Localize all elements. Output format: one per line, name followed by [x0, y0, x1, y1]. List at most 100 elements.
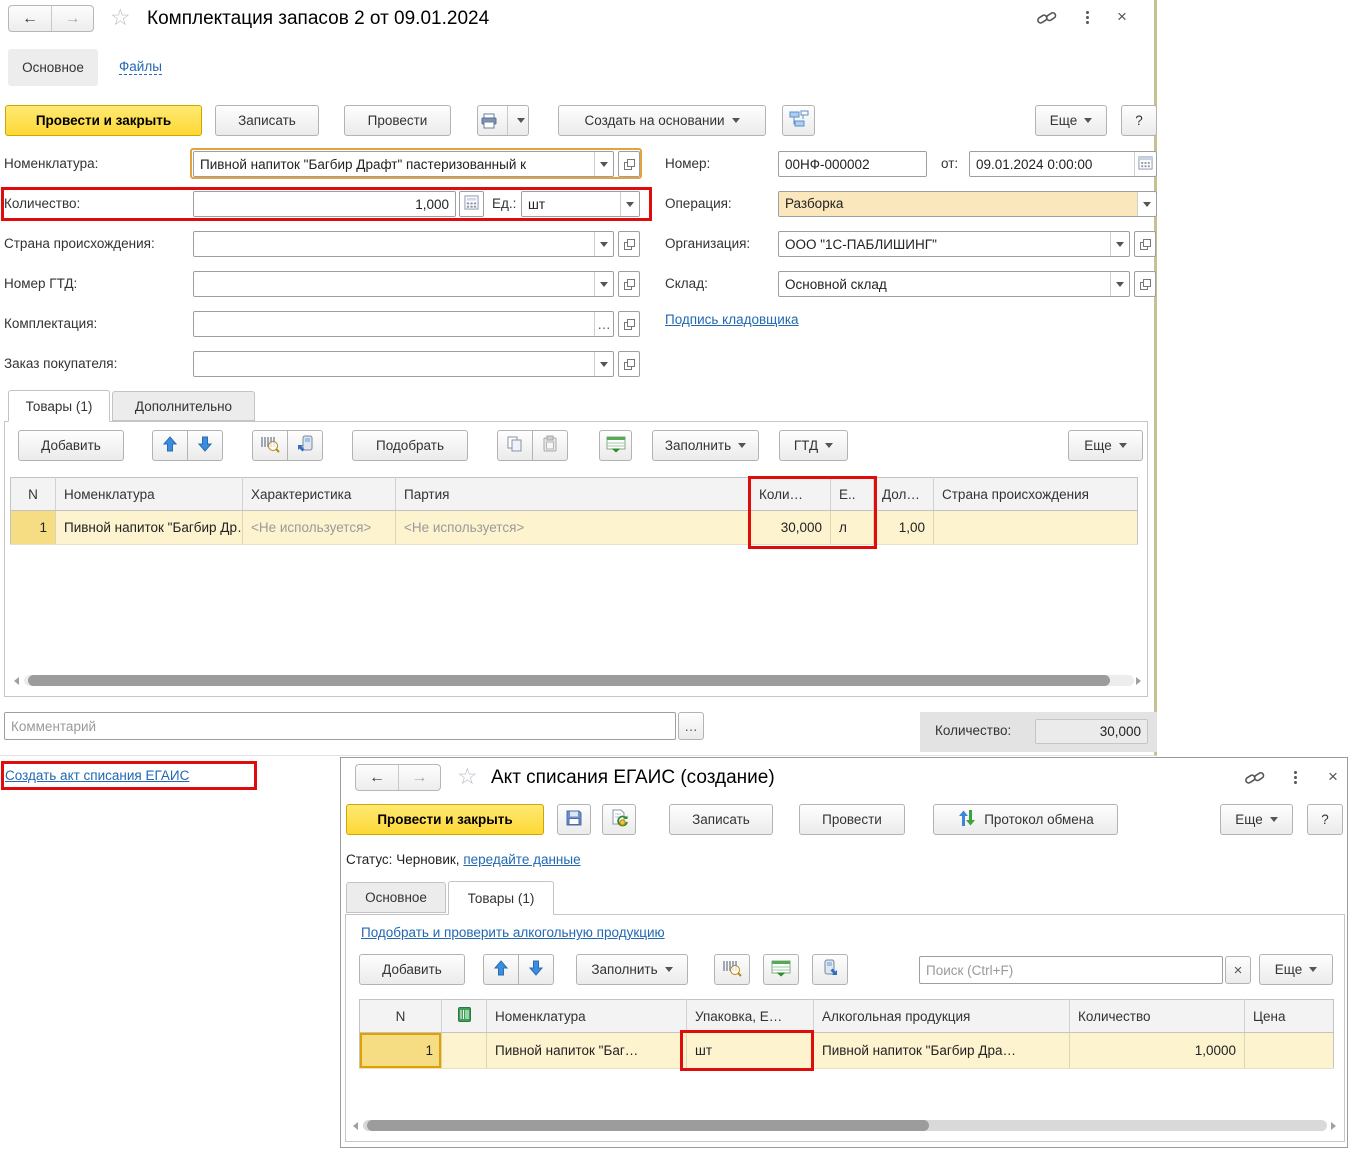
unit-field[interactable]: шт — [521, 191, 640, 217]
unit-dropdown-arrow[interactable] — [620, 192, 639, 216]
create-egais-act-link[interactable]: Создать акт списания ЕГАИС — [5, 768, 189, 783]
get-link-icon[interactable] — [1036, 10, 1058, 29]
data-terminal-button[interactable] — [812, 954, 848, 985]
kit-open-button[interactable] — [618, 311, 640, 337]
help-button[interactable]: ? — [1307, 804, 1343, 835]
cell-nomenclature[interactable]: Пивной напиток "Багбир Др… — [55, 510, 243, 545]
cell-country[interactable] — [933, 510, 1138, 545]
col-batch[interactable]: Партия — [395, 477, 751, 511]
cell-characteristic[interactable]: <Не используется> — [242, 510, 396, 545]
tab-goods[interactable]: Товары (1) — [448, 881, 554, 915]
nav-files-link[interactable]: Файлы — [119, 59, 162, 75]
print-split-button[interactable] — [477, 105, 529, 136]
save-button[interactable] — [557, 804, 591, 835]
post-and-close-button[interactable]: Провести и закрыть — [346, 804, 544, 835]
more-button[interactable]: Еще — [1035, 105, 1107, 136]
col-n[interactable]: N — [359, 999, 442, 1033]
col-quantity[interactable]: Количество — [1069, 999, 1245, 1033]
warehouse-field[interactable]: Основной склад — [778, 271, 1130, 297]
favorite-star-icon[interactable]: ☆ — [110, 6, 131, 29]
fill-menu-button[interactable]: Заполнить — [576, 954, 688, 985]
scroll-left-icon[interactable] — [14, 677, 19, 685]
get-link-icon[interactable] — [1244, 770, 1266, 789]
goods-row-1[interactable]: 1 Пивной напиток "Багбир Др… <Не использ… — [10, 510, 1138, 545]
post-and-close-button[interactable]: Провести и закрыть — [5, 105, 202, 136]
col-packaging[interactable]: Упаковка, Е… — [686, 999, 814, 1033]
organization-dropdown-arrow[interactable] — [1110, 232, 1129, 256]
col-unit[interactable]: Е.. — [830, 477, 874, 511]
col-alcohol-product[interactable]: Алкогольная продукция — [813, 999, 1070, 1033]
nomenclature-open-button[interactable] — [618, 151, 640, 177]
pick-check-alcohol-link[interactable]: Подобрать и проверить алкогольную продук… — [361, 925, 665, 940]
pick-button[interactable]: Подобрать — [352, 430, 468, 461]
scroll-left-icon[interactable] — [353, 1122, 358, 1130]
fill-table-button[interactable] — [599, 430, 632, 461]
col-n[interactable]: N — [10, 477, 56, 511]
add-row-button[interactable]: Добавить — [18, 430, 124, 461]
date-field[interactable]: 09.01.2024 0:00:00 — [969, 151, 1157, 177]
write-button[interactable]: Записать — [215, 105, 319, 136]
search-input[interactable] — [919, 956, 1223, 984]
operation-dropdown-arrow[interactable] — [1137, 192, 1156, 216]
calculator-button[interactable] — [459, 191, 484, 217]
goods-hscrollbar[interactable] — [14, 674, 1142, 687]
tab-goods[interactable]: Товары (1) — [8, 390, 110, 422]
move-up-button[interactable] — [483, 954, 519, 985]
col-price[interactable]: Цена — [1244, 999, 1334, 1033]
move-up-button[interactable] — [152, 430, 188, 461]
col-quantity[interactable]: Коли… — [750, 477, 831, 511]
egais-row-1[interactable]: 1 Пивной напиток "Баг… шт Пивной напиток… — [359, 1032, 1334, 1069]
warehouse-open-button[interactable] — [1134, 271, 1156, 297]
gtd-dropdown-arrow[interactable] — [594, 272, 613, 296]
gtd-field[interactable] — [193, 271, 614, 297]
cell-excise-mark[interactable] — [441, 1032, 487, 1069]
subordination-structure-button[interactable] — [782, 105, 815, 136]
quantity-field[interactable]: 1,000 — [193, 191, 456, 217]
table-more-button[interactable]: Еще — [1068, 430, 1143, 461]
number-field[interactable]: 00НФ-000002 — [778, 151, 927, 177]
cell-alcohol-product[interactable]: Пивной напиток "Багбир Дра… — [813, 1032, 1070, 1069]
cell-quantity[interactable]: 1,0000 — [1069, 1032, 1245, 1069]
cell-n[interactable]: 1 — [10, 510, 56, 545]
kit-select-button[interactable]: … — [594, 312, 613, 336]
create-based-on-button[interactable]: Создать на основании — [558, 105, 766, 136]
cell-packaging[interactable]: шт — [686, 1032, 814, 1069]
send-data-link[interactable]: передайте данные — [463, 852, 580, 867]
cell-n[interactable]: 1 — [359, 1032, 442, 1069]
organization-open-button[interactable] — [1134, 231, 1156, 257]
cell-price[interactable] — [1244, 1032, 1334, 1069]
kit-field[interactable]: … — [193, 311, 614, 337]
back-button[interactable]: ← — [9, 6, 51, 31]
cell-nomenclature[interactable]: Пивной напиток "Баг… — [486, 1032, 687, 1069]
post-button[interactable]: Провести — [799, 804, 905, 835]
nav-main-tab[interactable]: Основное — [8, 49, 98, 86]
table-more-button[interactable]: Еще — [1259, 954, 1333, 985]
scroll-thumb[interactable] — [367, 1120, 929, 1131]
scroll-right-icon[interactable] — [1136, 677, 1141, 685]
comment-expand-button[interactable]: … — [678, 712, 704, 740]
order-field[interactable] — [193, 351, 614, 377]
operation-field[interactable]: Разборка — [778, 191, 1157, 217]
tab-main[interactable]: Основное — [346, 882, 446, 913]
col-nomenclature[interactable]: Номенклатура — [486, 999, 687, 1033]
barcode-scan-button[interactable] — [714, 954, 750, 985]
nomenclature-field[interactable]: Пивной напиток "Багбир Драфт" пастеризов… — [193, 151, 614, 177]
paste-rows-button[interactable] — [532, 430, 568, 461]
col-country[interactable]: Страна происхождения — [933, 477, 1138, 511]
col-characteristic[interactable]: Характеристика — [242, 477, 396, 511]
reread-document-button[interactable] — [602, 804, 636, 835]
add-row-button[interactable]: Добавить — [359, 954, 465, 985]
clear-search-button[interactable]: × — [1225, 956, 1251, 984]
scroll-thumb[interactable] — [28, 675, 1110, 686]
forward-button[interactable]: → — [51, 6, 93, 31]
col-nomenclature[interactable]: Номенклатура — [55, 477, 243, 511]
back-button[interactable]: ← — [356, 765, 398, 790]
cell-batch[interactable]: <Не используется> — [395, 510, 751, 545]
exchange-protocol-button[interactable]: Протокол обмена — [933, 804, 1118, 835]
favorite-star-icon[interactable]: ☆ — [457, 765, 478, 788]
forward-button[interactable]: → — [398, 765, 440, 790]
gtd-menu-button[interactable]: ГТД — [779, 430, 848, 461]
write-button[interactable]: Записать — [669, 804, 773, 835]
barcode-scan-button[interactable] — [252, 430, 288, 461]
country-open-button[interactable] — [618, 231, 640, 257]
